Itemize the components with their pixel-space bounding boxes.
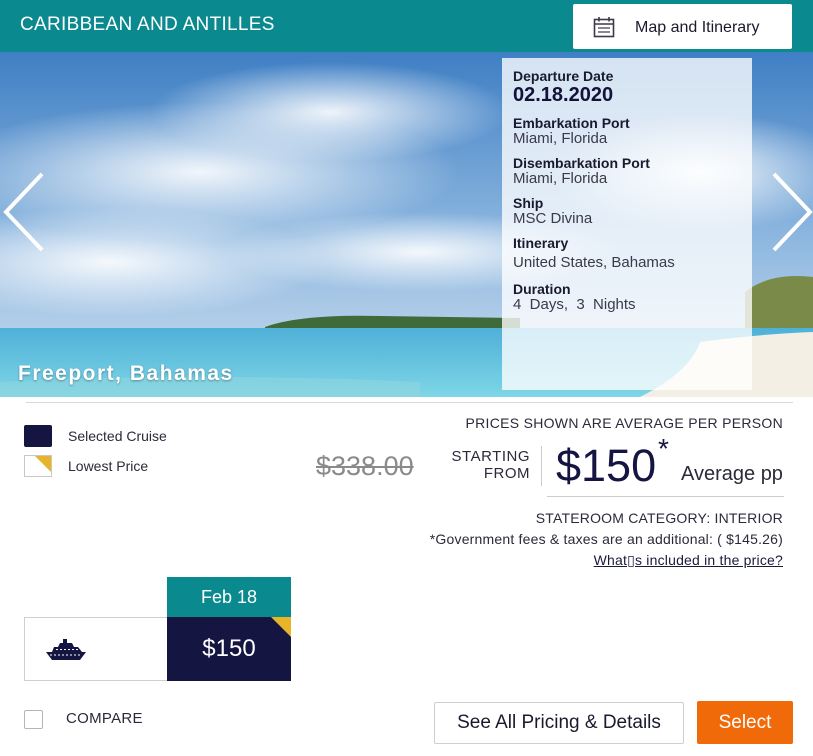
average-pp-label: Average pp <box>681 463 783 485</box>
price-asterisk: * <box>658 433 669 464</box>
prices-note: PRICES SHOWN ARE AVERAGE PER PERSON <box>465 415 783 431</box>
selected-cruise-swatch <box>24 425 52 447</box>
embarkation-port-value: Miami, Florida <box>513 130 608 147</box>
from-text: FROM <box>483 465 530 482</box>
lowest-price-marker <box>271 617 291 637</box>
lowest-price-corner-icon <box>35 456 51 472</box>
calendar-icon <box>593 17 615 38</box>
lowest-price-label: Lowest Price <box>68 458 149 474</box>
departure-date-value: 02.18.2020 <box>513 84 614 106</box>
starting-from-label: STARTING FROM <box>448 448 530 482</box>
page-title: CARIBBEAN AND ANTILLES <box>20 14 275 35</box>
price-divider <box>547 496 784 497</box>
compare-label: COMPARE <box>66 710 143 727</box>
stateroom-category: STATEROOM CATEGORY: INTERIOR <box>535 510 783 526</box>
header-bar: CARIBBEAN AND ANTILLES Map and Itinerary <box>0 0 813 52</box>
starting-text: STARTING <box>451 448 530 465</box>
chevron-left-icon[interactable] <box>2 170 48 254</box>
chevron-right-icon[interactable] <box>768 170 813 254</box>
price-separator <box>541 446 542 486</box>
cruise-ship-icon <box>46 639 86 660</box>
duration-label: Duration <box>513 281 571 297</box>
compare-checkbox[interactable] <box>24 710 43 729</box>
see-all-pricing-button[interactable]: See All Pricing & Details <box>434 702 684 744</box>
government-fees-note: *Government fees & taxes are an addition… <box>429 531 783 547</box>
date-price-cell[interactable]: $150 <box>167 617 291 681</box>
select-button[interactable]: Select <box>697 701 793 744</box>
departure-date-label: Departure Date <box>513 68 614 84</box>
map-itinerary-label: Map and Itinerary <box>635 19 760 36</box>
date-price-value: $150 <box>202 635 256 662</box>
ship-cell <box>24 617 168 681</box>
disembarkation-port-label: Disembarkation Port <box>513 155 650 171</box>
selected-cruise-label: Selected Cruise <box>68 428 167 444</box>
current-price: $150 <box>556 440 657 491</box>
itinerary-value: United States, Bahamas <box>513 254 675 271</box>
map-itinerary-button[interactable]: Map and Itinerary <box>573 4 792 49</box>
itinerary-label: Itinerary <box>513 235 569 251</box>
embarkation-port-label: Embarkation Port <box>513 115 630 131</box>
duration-value: 4 Days, 3 Nights <box>513 296 636 313</box>
date-tab-feb-18[interactable]: Feb 18 <box>167 577 291 618</box>
disembarkation-port-value: Miami, Florida <box>513 170 608 187</box>
ship-value: MSC Divina <box>513 210 593 227</box>
ship-label: Ship <box>513 195 544 211</box>
lowest-price-swatch <box>24 455 52 477</box>
destination-hero: Freeport, Bahamas Departure Date 02.18.2… <box>0 52 813 397</box>
cruise-info-panel: Departure Date 02.18.2020 Embarkation Po… <box>502 58 752 390</box>
section-divider <box>26 402 793 403</box>
original-price: $338.00 <box>316 451 414 481</box>
whats-included-link[interactable]: What▯s included in the price? <box>594 552 783 569</box>
location-label: Freeport, Bahamas <box>18 362 234 385</box>
